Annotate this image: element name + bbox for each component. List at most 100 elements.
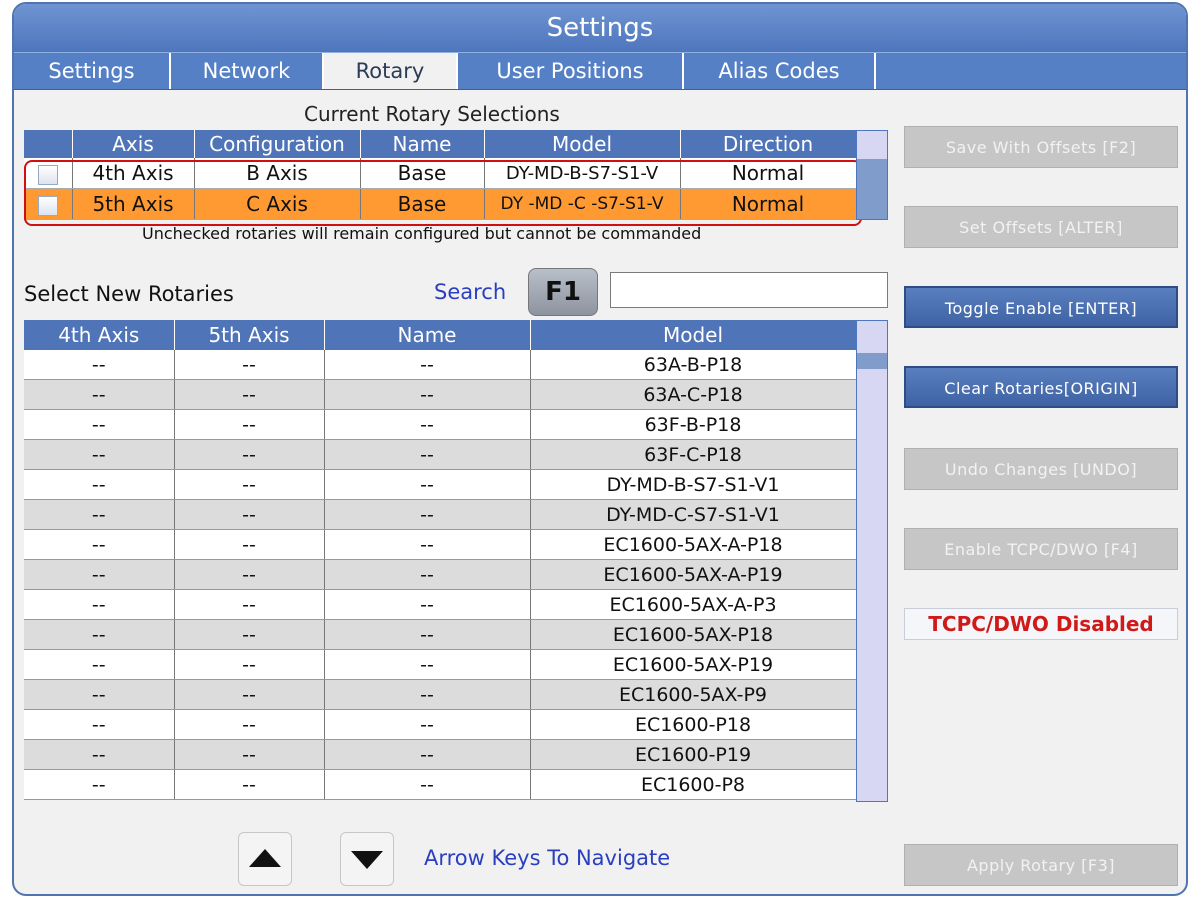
table-row[interactable]: -- -- -- 63F-C-P18 xyxy=(24,439,857,470)
table-row[interactable]: -- -- -- 63F-B-P18 xyxy=(24,409,857,440)
cell-name: Base xyxy=(360,158,485,189)
undo-changes-button[interactable]: Undo Changes [UNDO] xyxy=(904,448,1178,490)
cell-direction: Normal xyxy=(680,158,857,189)
table-row[interactable]: -- -- -- EC1600-5AX-P9 xyxy=(24,679,857,710)
unchecked-note: Unchecked rotaries will remain configure… xyxy=(142,224,702,243)
tab-network[interactable]: Network xyxy=(171,53,324,89)
cell-4th-axis: -- xyxy=(24,409,175,440)
table-row[interactable]: -- -- -- 63A-C-P18 xyxy=(24,379,857,410)
cell-5th-axis: -- xyxy=(174,679,325,710)
current-selections-title: Current Rotary Selections xyxy=(304,102,560,126)
cell-5th-axis: -- xyxy=(174,350,325,380)
save-with-offsets-button[interactable]: Save With Offsets [F2] xyxy=(904,126,1178,168)
tab-bar: Settings Network Rotary User Positions A… xyxy=(14,52,1186,90)
table-row[interactable]: -- -- -- EC1600-P8 xyxy=(24,769,857,800)
cell-name: -- xyxy=(324,709,531,740)
cell-model: EC1600-P19 xyxy=(530,739,857,770)
cell-5th-axis: -- xyxy=(174,469,325,500)
header-direction: Direction xyxy=(680,130,857,158)
current-rotary-table: Axis Configuration Name Model Direction … xyxy=(24,130,857,220)
cell-name: -- xyxy=(324,649,531,680)
cell-5th-axis: -- xyxy=(174,589,325,620)
table-row[interactable]: -- -- -- EC1600-5AX-P19 xyxy=(24,649,857,680)
header-configuration: Configuration xyxy=(194,130,361,158)
cell-5th-axis: -- xyxy=(174,739,325,770)
select-new-title: Select New Rotaries xyxy=(24,282,234,306)
cell-name: -- xyxy=(324,739,531,770)
settings-window: Settings Settings Network Rotary User Po… xyxy=(12,2,1188,896)
header-name: Name xyxy=(324,320,531,350)
f1-key-button[interactable]: F1 xyxy=(528,268,598,316)
cell-model: EC1600-5AX-A-P18 xyxy=(530,529,857,560)
enable-checkbox[interactable] xyxy=(24,188,73,220)
tab-user-positions[interactable]: User Positions xyxy=(458,53,684,89)
cell-model: 63A-C-P18 xyxy=(530,379,857,410)
cell-5th-axis: -- xyxy=(174,649,325,680)
cell-5th-axis: -- xyxy=(174,529,325,560)
scrollbar-thumb[interactable] xyxy=(857,353,887,369)
cell-4th-axis: -- xyxy=(24,529,175,560)
cell-name: -- xyxy=(324,379,531,410)
enable-checkbox[interactable] xyxy=(24,158,73,189)
table-row[interactable]: -- -- -- EC1600-5AX-A-P19 xyxy=(24,559,857,590)
cell-name: -- xyxy=(324,559,531,590)
cell-5th-axis: -- xyxy=(174,559,325,590)
new-table-scrollbar[interactable] xyxy=(856,320,888,802)
table-row[interactable]: -- -- -- EC1600-5AX-A-P18 xyxy=(24,529,857,560)
cell-4th-axis: -- xyxy=(24,379,175,410)
arrow-up-button[interactable] xyxy=(238,832,292,886)
checkbox-icon[interactable] xyxy=(37,195,58,216)
cell-name: -- xyxy=(324,469,531,500)
cell-5th-axis: -- xyxy=(174,499,325,530)
cell-5th-axis: -- xyxy=(174,619,325,650)
cell-4th-axis: -- xyxy=(24,679,175,710)
cell-axis: 4th Axis xyxy=(72,158,195,189)
current-row-5th[interactable]: 5th Axis C Axis Base DY -MD -C -S7-S1-V … xyxy=(24,188,857,220)
cell-configuration: C Axis xyxy=(194,188,361,220)
header-model: Model xyxy=(530,320,857,350)
cell-model: EC1600-P8 xyxy=(530,769,857,800)
window-title: Settings xyxy=(14,4,1186,52)
tab-alias-codes[interactable]: Alias Codes xyxy=(684,53,876,89)
cell-4th-axis: -- xyxy=(24,769,175,800)
cell-name: -- xyxy=(324,499,531,530)
table-row[interactable]: -- -- -- 63A-B-P18 xyxy=(24,350,857,380)
arrow-down-button[interactable] xyxy=(340,832,394,886)
arrow-down-icon xyxy=(351,851,383,869)
apply-rotary-button[interactable]: Apply Rotary [F3] xyxy=(904,844,1178,886)
cell-model: EC1600-5AX-P9 xyxy=(530,679,857,710)
cell-configuration: B Axis xyxy=(194,158,361,189)
table-row[interactable]: -- -- -- EC1600-P18 xyxy=(24,709,857,740)
cell-name: -- xyxy=(324,589,531,620)
cell-name: -- xyxy=(324,350,531,380)
current-table-scrollbar[interactable] xyxy=(856,130,888,220)
set-offsets-button[interactable]: Set Offsets [ALTER] xyxy=(904,206,1178,248)
cell-model: EC1600-5AX-A-P19 xyxy=(530,559,857,590)
cell-5th-axis: -- xyxy=(174,439,325,470)
cell-name: Base xyxy=(360,188,485,220)
tab-settings[interactable]: Settings xyxy=(14,53,171,89)
checkbox-icon[interactable] xyxy=(37,164,58,185)
table-row[interactable]: -- -- -- EC1600-5AX-A-P3 xyxy=(24,589,857,620)
table-row[interactable]: -- -- -- EC1600-5AX-P18 xyxy=(24,619,857,650)
search-input[interactable] xyxy=(610,272,888,308)
cell-model: EC1600-5AX-P18 xyxy=(530,619,857,650)
cell-model: DY -MD -C -S7-S1-V xyxy=(484,188,681,220)
cell-name: -- xyxy=(324,679,531,710)
current-row-4th[interactable]: 4th Axis B Axis Base DY-MD-B-S7-S1-V Nor… xyxy=(24,158,857,189)
cell-4th-axis: -- xyxy=(24,589,175,620)
table-row[interactable]: -- -- -- DY-MD-C-S7-S1-V1 xyxy=(24,499,857,530)
toggle-enable-button[interactable]: Toggle Enable [ENTER] xyxy=(904,286,1178,328)
cell-model: DY-MD-C-S7-S1-V1 xyxy=(530,499,857,530)
scrollbar-thumb[interactable] xyxy=(857,159,887,219)
cell-5th-axis: -- xyxy=(174,379,325,410)
table-row[interactable]: -- -- -- EC1600-P19 xyxy=(24,739,857,770)
arrow-up-icon xyxy=(249,849,281,867)
table-row[interactable]: -- -- -- DY-MD-B-S7-S1-V1 xyxy=(24,469,857,500)
cell-5th-axis: -- xyxy=(174,769,325,800)
enable-tcpc-button[interactable]: Enable TCPC/DWO [F4] xyxy=(904,528,1178,570)
clear-rotaries-button[interactable]: Clear Rotaries[ORIGIN] xyxy=(904,366,1178,408)
cell-name: -- xyxy=(324,619,531,650)
cell-name: -- xyxy=(324,439,531,470)
tab-rotary[interactable]: Rotary xyxy=(324,53,458,89)
